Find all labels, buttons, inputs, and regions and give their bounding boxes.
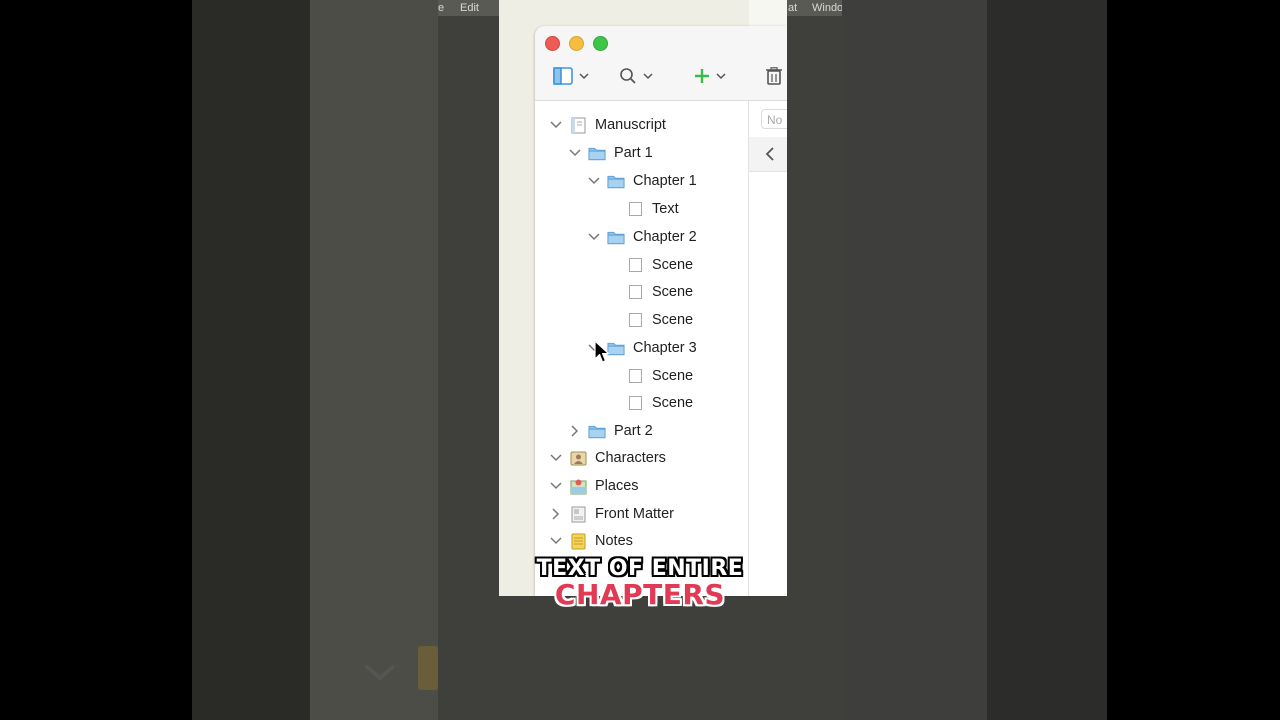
binder-item-label: Text [652, 201, 679, 217]
caption-line-2: CHAPTERS [554, 578, 726, 611]
disclosure-collapsed-icon[interactable] [549, 507, 563, 521]
add-icon [695, 69, 709, 83]
binder-item-front-matter[interactable]: Front Matter [549, 502, 674, 526]
menu-item-format[interactable]: at [788, 2, 797, 14]
front-matter-icon [569, 506, 587, 522]
binder-item-label: Scene [652, 257, 694, 273]
document-icon [626, 257, 644, 273]
binder-item-chapter[interactable]: Chapter 2 [587, 225, 697, 249]
disclosure-expanded-icon[interactable] [568, 146, 582, 160]
folder-icon [607, 229, 625, 245]
folder-icon [607, 173, 625, 189]
binder-item-label: Front Matter [595, 506, 674, 522]
blurred-background-right [842, 0, 1107, 720]
binder-item-label: Part 1 [614, 145, 653, 161]
disclosure-expanded-icon[interactable] [549, 479, 563, 493]
document-icon [626, 368, 644, 384]
editor-pane: No [749, 101, 787, 596]
binder-item-document[interactable]: Scene [626, 391, 693, 415]
binder-item-label: Characters [595, 450, 666, 466]
binder-item-label: Part 2 [614, 423, 653, 439]
document-icon [626, 395, 644, 411]
binder-item-label: Scene [652, 368, 694, 384]
binder-item-characters[interactable]: Characters [549, 446, 666, 470]
binder-item-manuscript[interactable]: Manuscript [549, 113, 666, 137]
binder-item-places[interactable]: Places [549, 474, 639, 498]
binder-item-part[interactable]: Part 1 [568, 141, 653, 165]
binder-toggle-button[interactable] [553, 64, 589, 88]
chevron-down-icon [643, 73, 653, 80]
binder-item-label: Scene [652, 395, 694, 411]
blurred-chevron-icon [364, 664, 396, 681]
menu-item-window[interactable]: Windo [812, 2, 842, 14]
editor-navigation-bar [749, 137, 787, 172]
title-bar [535, 26, 787, 101]
binder-item-document[interactable]: Text [626, 197, 679, 221]
binder-item-document[interactable]: Scene [626, 364, 693, 388]
mouse-pointer-icon [594, 340, 610, 363]
characters-icon [569, 450, 587, 466]
disclosure-expanded-icon[interactable] [549, 118, 563, 132]
document-icon [626, 201, 644, 217]
binder-item-document[interactable]: Scene [626, 253, 693, 277]
document-icon [626, 284, 644, 300]
disclosure-expanded-icon[interactable] [549, 534, 563, 548]
sidebar-toggle-icon [553, 67, 573, 85]
trash-button[interactable] [766, 64, 782, 88]
disclosure-expanded-icon[interactable] [549, 451, 563, 465]
chevron-down-icon [579, 73, 589, 80]
binder-item-label: Chapter 1 [633, 173, 697, 189]
notes-icon [569, 533, 587, 549]
folder-icon [588, 145, 606, 161]
video-frame: e Edit at Windo No Manuscript Part 1 Cha… [438, 0, 842, 720]
binder-item-document[interactable]: Scene [626, 308, 693, 332]
binder-item-label: Places [595, 478, 639, 494]
menu-item-partial[interactable]: e [438, 2, 444, 14]
zoom-button[interactable] [593, 36, 608, 51]
binder-item-document[interactable]: Scene [626, 280, 693, 304]
disclosure-collapsed-icon[interactable] [568, 424, 582, 438]
binder-item-label: Chapter 2 [633, 229, 697, 245]
add-button[interactable] [694, 64, 726, 88]
binder-item-label: Manuscript [595, 117, 666, 133]
binder-item-notes[interactable]: Notes [549, 529, 633, 553]
blurred-window-left [310, 0, 438, 720]
close-button[interactable] [545, 36, 560, 51]
document-icon [626, 312, 644, 328]
binder-item-label: Notes [595, 533, 633, 549]
menu-item-edit[interactable]: Edit [460, 2, 479, 14]
manuscript-icon [569, 117, 587, 133]
scrivener-window: No Manuscript Part 1 Chapter 1 Text Chap… [535, 26, 787, 596]
search-icon [620, 68, 636, 84]
minimize-button[interactable] [569, 36, 584, 51]
binder-item-label: Chapter 3 [633, 340, 697, 356]
search-button[interactable] [619, 64, 653, 88]
trash-icon [766, 67, 782, 85]
places-icon [569, 478, 587, 494]
editor-title-field[interactable]: No [761, 109, 787, 129]
disclosure-expanded-icon[interactable] [587, 174, 601, 188]
binder-item-label: Scene [652, 284, 694, 300]
binder-item-label: Scene [652, 312, 694, 328]
chevron-down-icon [716, 73, 726, 80]
disclosure-expanded-icon[interactable] [587, 230, 601, 244]
blurred-background-left [192, 0, 438, 720]
binder-item-chapter[interactable]: Chapter 1 [587, 169, 697, 193]
folder-icon [588, 423, 606, 439]
blurred-notes-icon [418, 646, 438, 690]
back-arrow-icon[interactable] [765, 147, 775, 161]
blurred-window-right [842, 0, 987, 720]
binder-item-part[interactable]: Part 2 [568, 419, 653, 443]
